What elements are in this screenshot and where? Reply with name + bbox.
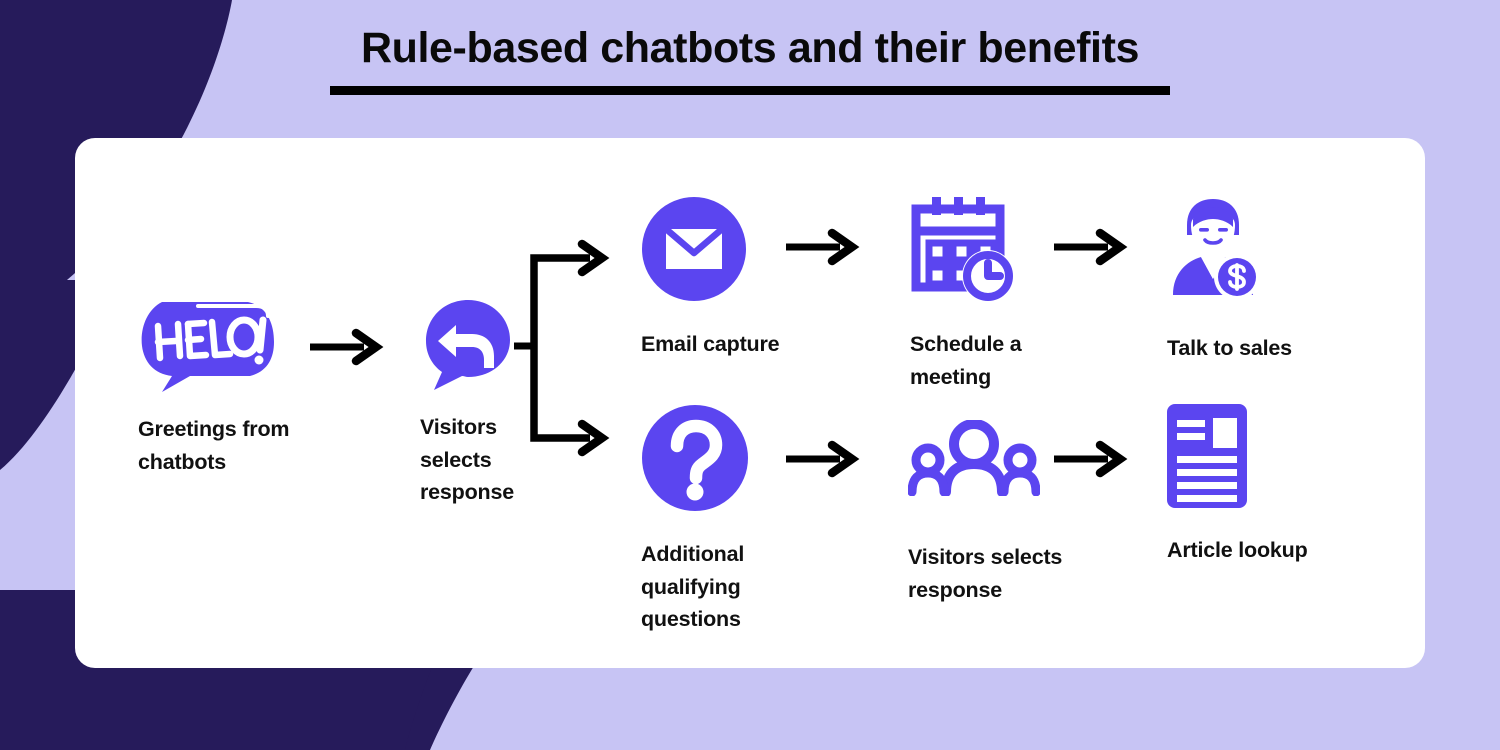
flow-node-visitors-selects-response-label: Visitors selects response xyxy=(908,545,1063,602)
arrow-right-icon-start-to-decision xyxy=(306,326,386,373)
flow-node-email-capture-label: Email capture xyxy=(641,332,780,356)
arrow-right-icon-schedule-to-sales xyxy=(1050,226,1130,273)
flow-node-qualifying-questions-label: Additional qualifying questions xyxy=(641,542,745,632)
infographic-canvas: Rule-based chatbots and their benefits G… xyxy=(0,0,1500,750)
flow-node-email-capture: Email capture xyxy=(641,196,841,361)
flow-node-article-lookup: Article lookup xyxy=(1167,404,1357,567)
flow-node-greetings: Greetings from chatbots xyxy=(138,296,318,478)
flow-node-article-lookup-label: Article lookup xyxy=(1167,538,1308,562)
arrow-right-icon-email-to-schedule xyxy=(782,226,862,273)
flow-node-greetings-label: Greetings from chatbots xyxy=(138,417,290,474)
flow-diagram: Greetings from chatbots Visitors selects… xyxy=(0,0,1500,750)
branch-split-icon xyxy=(512,236,622,463)
flow-node-schedule-meeting: Schedule a meeting xyxy=(910,193,1100,393)
flow-node-talk-to-sales: Talk to sales xyxy=(1167,195,1357,365)
arrow-right-icon-people-to-article xyxy=(1050,438,1130,485)
flow-node-schedule-meeting-label: Schedule a meeting xyxy=(910,332,1022,389)
arrow-right-icon-questions-to-people xyxy=(782,438,862,485)
hello-speech-bubble-icon xyxy=(138,296,318,397)
article-document-icon xyxy=(1167,404,1357,513)
flow-node-talk-to-sales-label: Talk to sales xyxy=(1167,336,1292,360)
sales-agent-icon xyxy=(1167,195,1357,304)
